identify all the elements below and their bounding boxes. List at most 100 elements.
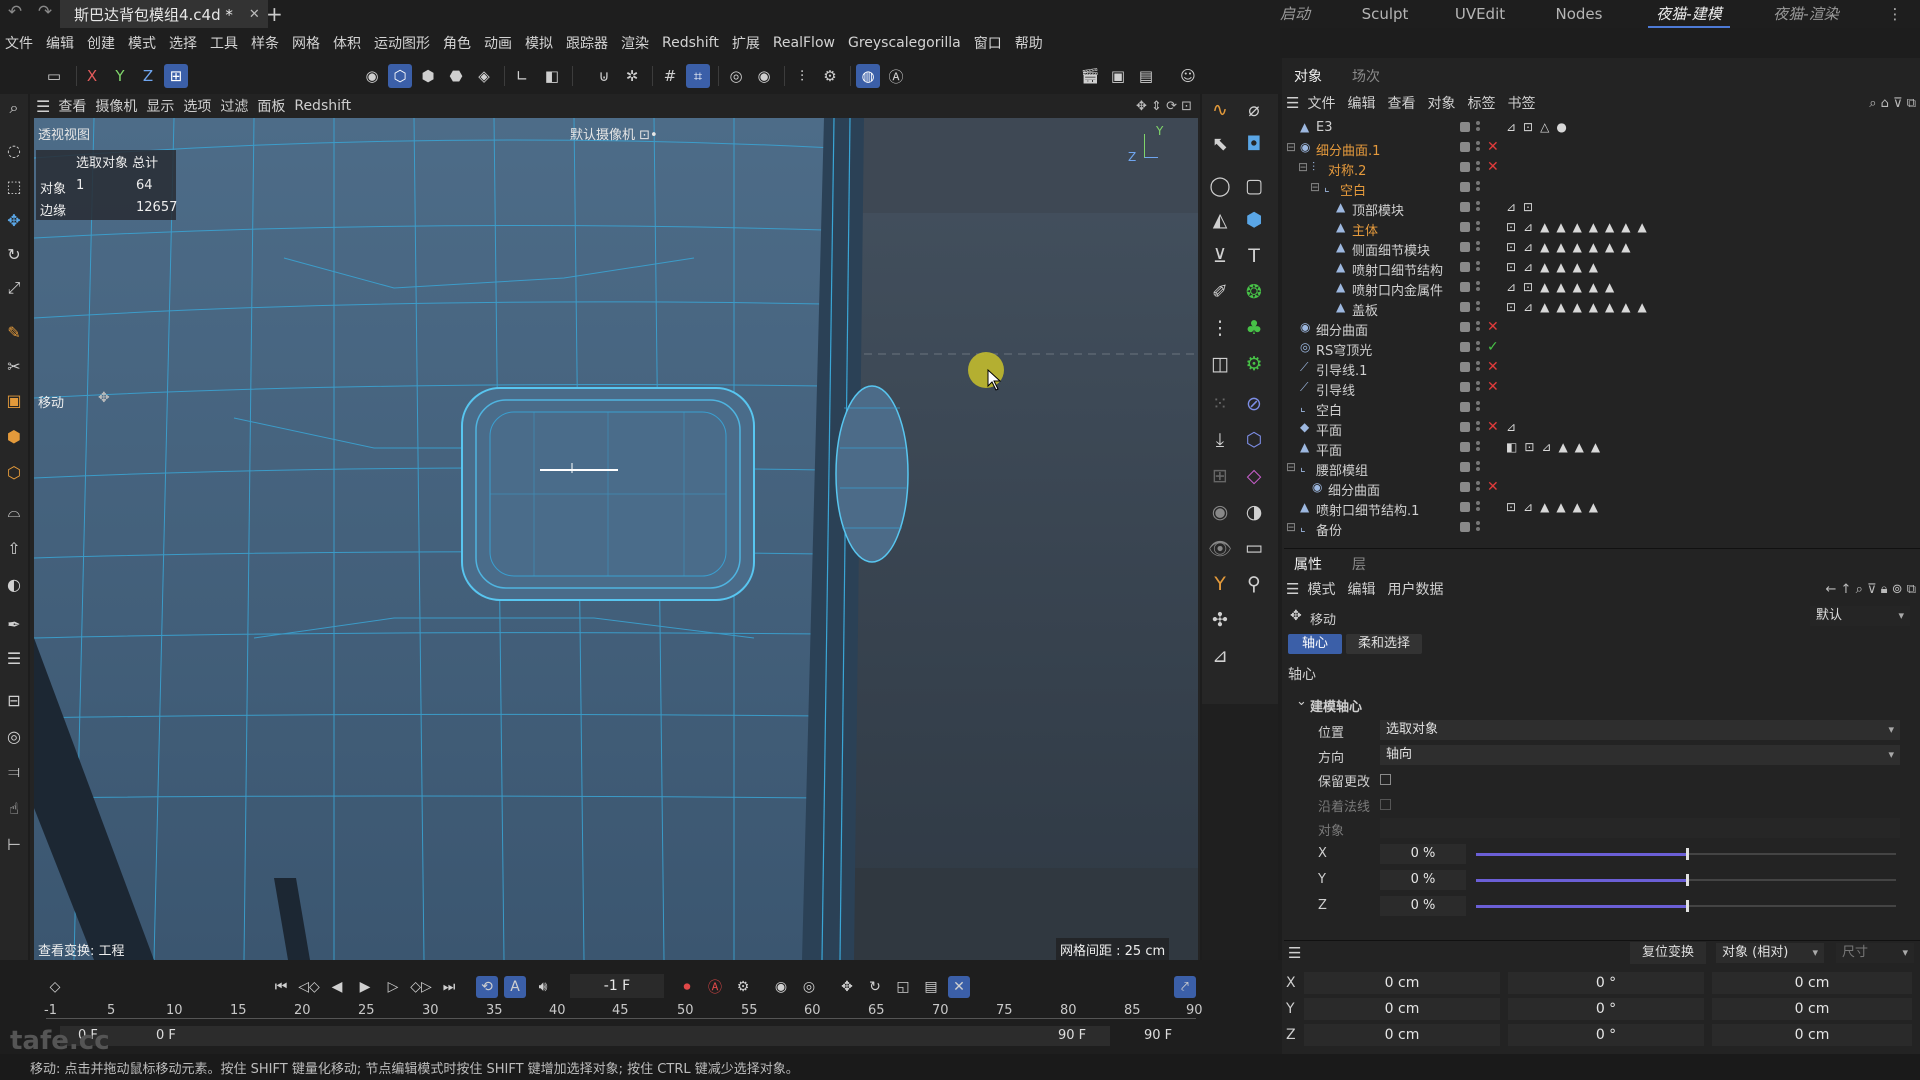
disabled-icon[interactable]: ✕ bbox=[1487, 359, 1499, 375]
tab-attributes[interactable]: 属性 bbox=[1294, 554, 1322, 574]
split-icon[interactable]: ⊻ bbox=[1206, 242, 1234, 270]
gear-icon[interactable]: ⚙ bbox=[1240, 350, 1268, 378]
hand-icon[interactable]: ☝ bbox=[2, 796, 26, 820]
subtab-axis[interactable]: 轴心 bbox=[1288, 634, 1342, 654]
square-icon[interactable]: ▢ bbox=[1240, 172, 1268, 200]
play-icon[interactable]: ▶ bbox=[354, 976, 376, 998]
solo-hierarchy-icon[interactable]: ◉ bbox=[752, 64, 776, 88]
symmetry-settings-icon[interactable]: ⚙ bbox=[818, 64, 842, 88]
menu-edit[interactable]: 编辑 bbox=[41, 33, 82, 53]
prev-frame-icon[interactable]: ◀ bbox=[326, 976, 348, 998]
text-icon[interactable]: T bbox=[1240, 242, 1268, 270]
disabled-icon[interactable]: ✕ bbox=[1487, 319, 1499, 335]
attr-nav-icons[interactable]: ← ↑ ⌕ ⊽ 🔒︎ ⊚ ⧉ bbox=[1826, 582, 1916, 597]
visibility-dots[interactable] bbox=[1476, 441, 1480, 453]
expand-toggle-icon[interactable]: ⊟ bbox=[1310, 180, 1320, 194]
coord-size-field[interactable]: 0 cm bbox=[1712, 1024, 1912, 1046]
viewport-menu-camera[interactable]: 摄像机 bbox=[95, 96, 146, 116]
keep-changes-checkbox[interactable] bbox=[1380, 774, 1391, 785]
tree-row[interactable]: ▲ 顶部模块 ⊿⊡ bbox=[1284, 198, 1920, 219]
effector-icon[interactable]: ♣ bbox=[1240, 314, 1268, 342]
axis-value-field[interactable]: 0 % bbox=[1380, 896, 1466, 916]
menu-file[interactable]: 文件 bbox=[0, 33, 41, 53]
cube-icon[interactable]: ⬢ bbox=[2, 424, 26, 448]
coord-position-field[interactable]: 0 cm bbox=[1304, 1024, 1500, 1046]
tree-row[interactable]: ⊟ ⌞ 备份 bbox=[1284, 518, 1920, 539]
visibility-dots[interactable] bbox=[1476, 181, 1480, 193]
coord-rotation-field[interactable]: 0 ° bbox=[1508, 1024, 1704, 1046]
visibility-icon[interactable]: 👁︎ bbox=[1206, 534, 1234, 562]
coord-rotation-field[interactable]: 0 ° bbox=[1508, 972, 1704, 994]
axis-value-field[interactable]: 0 % bbox=[1380, 844, 1466, 864]
axis-x-button[interactable]: X bbox=[80, 64, 104, 88]
tree-row[interactable]: ⊟ ⫶ 对称.2 ✕ bbox=[1284, 158, 1920, 179]
extrude-object-icon[interactable]: ◭ bbox=[1206, 206, 1234, 234]
expand-toggle-icon[interactable]: ⊟ bbox=[1286, 140, 1296, 154]
solo-icon[interactable]: ◎ bbox=[724, 64, 748, 88]
box-selection-icon[interactable]: ⬚ bbox=[2, 174, 26, 198]
bevel-icon[interactable]: ◐ bbox=[2, 572, 26, 596]
expand-toggle-icon[interactable]: ⊟ bbox=[1286, 520, 1296, 534]
tree-row[interactable]: ▲ 盖板 ⊡⊿▲▲▲▲▲▲▲ bbox=[1284, 298, 1920, 319]
visibility-dots[interactable] bbox=[1476, 161, 1480, 173]
position-key-icon[interactable]: ◉ bbox=[770, 976, 792, 998]
tab-takes[interactable]: 场次 bbox=[1352, 66, 1380, 86]
array-icon[interactable]: ⋮ bbox=[1206, 314, 1234, 342]
record-icon[interactable]: ⏺ bbox=[676, 976, 698, 998]
deformer-icon[interactable]: ⊘ bbox=[1240, 390, 1268, 418]
knife-icon[interactable]: ✂ bbox=[2, 354, 26, 378]
move-tool-icon[interactable]: ✥ bbox=[2, 208, 26, 232]
visibility-dots[interactable] bbox=[1476, 261, 1480, 273]
viewport-menu-redshift[interactable]: Redshift bbox=[294, 98, 360, 114]
sphere-light-icon[interactable]: ◑ bbox=[1240, 498, 1268, 526]
object-tags[interactable]: ⊿⊡▲▲▲▲▲ bbox=[1506, 280, 1621, 294]
layer-swatch[interactable] bbox=[1460, 302, 1470, 312]
weld-icon[interactable]: ⊟ bbox=[2, 688, 26, 712]
layer-swatch[interactable] bbox=[1460, 462, 1470, 472]
disabled-icon[interactable]: ✕ bbox=[1487, 379, 1499, 395]
tree-row[interactable]: ⟋ 引导线.1 ✕ bbox=[1284, 358, 1920, 379]
camera-object-icon[interactable]: ◘ bbox=[1240, 130, 1268, 158]
tree-row[interactable]: ▲ 主体 ⊡⊿▲▲▲▲▲▲▲ bbox=[1284, 218, 1920, 239]
enabled-icon[interactable]: ✓ bbox=[1487, 339, 1499, 355]
current-frame-field[interactable]: -1 F bbox=[570, 974, 664, 998]
undo-icon[interactable]: ↶ bbox=[4, 2, 26, 22]
visibility-dots[interactable] bbox=[1476, 281, 1480, 293]
grid-dots-icon[interactable]: ⁙ bbox=[1206, 390, 1234, 418]
subtab-soft-selection[interactable]: 柔和选择 bbox=[1346, 634, 1422, 654]
om-menu-file[interactable]: 文件 bbox=[1307, 93, 1347, 113]
pla-key-icon[interactable]: ◱ bbox=[892, 976, 914, 998]
search-icon[interactable]: ⌕ bbox=[2, 96, 26, 120]
disabled-icon[interactable]: ✕ bbox=[1487, 419, 1499, 435]
object-icon[interactable]: ▣ bbox=[2, 388, 26, 412]
asset-browser-icon[interactable]: ☺ bbox=[1176, 64, 1200, 88]
object-tags[interactable]: ⊿⊡ bbox=[1506, 200, 1540, 214]
pen-icon[interactable]: ✒ bbox=[2, 612, 26, 636]
reset-transform-button[interactable]: 复位变换 bbox=[1630, 942, 1706, 964]
object-tags[interactable]: ⊡⊿▲▲▲▲▲▲ bbox=[1506, 240, 1637, 254]
preset-dropdown[interactable]: 默认 bbox=[1810, 606, 1910, 626]
keyframe-selection-icon[interactable]: ⚙ bbox=[732, 976, 754, 998]
expand-toggle-icon[interactable]: ⊟ bbox=[1286, 460, 1296, 474]
menu-render[interactable]: 渲染 bbox=[616, 33, 657, 53]
om-menu-object[interactable]: 对象 bbox=[1427, 93, 1467, 113]
viewport-label[interactable]: 透视视图 bbox=[38, 124, 90, 143]
viewport-menu-filter[interactable]: 过滤 bbox=[220, 96, 257, 116]
move-handle-icon[interactable]: ✥ bbox=[98, 390, 110, 406]
tree-row[interactable]: ⊟ ⌞ 腰部模组 bbox=[1284, 458, 1920, 479]
position-dropdown[interactable]: 选取对象 bbox=[1380, 720, 1900, 740]
spline-pen-icon[interactable]: ∿ bbox=[1206, 96, 1234, 124]
circle-select-icon[interactable]: ◯ bbox=[1206, 172, 1234, 200]
symmetry-icon[interactable]: ⫶ bbox=[790, 64, 814, 88]
measure-icon[interactable]: ⊢ bbox=[2, 832, 26, 856]
loop-cut-icon[interactable]: ◎ bbox=[2, 724, 26, 748]
keyframe-diamond-icon[interactable]: ◇ bbox=[44, 976, 66, 998]
layer-swatch[interactable] bbox=[1460, 442, 1470, 452]
coord-size-field[interactable]: 0 cm bbox=[1712, 972, 1912, 994]
polygons-mode-icon[interactable]: ⬢ bbox=[416, 64, 440, 88]
viewport-menu-panel[interactable]: 面板 bbox=[257, 96, 294, 116]
disabled-icon[interactable]: ✕ bbox=[1487, 139, 1499, 155]
viewport-solo-icon[interactable]: ◍ bbox=[856, 64, 880, 88]
redo-icon[interactable]: ↷ bbox=[34, 2, 56, 22]
coords-menu-icon[interactable]: ☰ bbox=[1288, 944, 1301, 962]
